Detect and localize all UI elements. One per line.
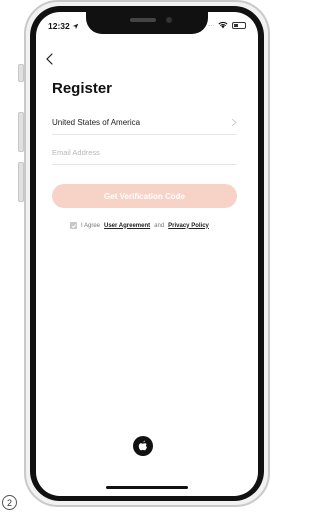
agreement-row: I Agree User Agreement and Privacy Polic… [70,222,209,229]
status-time-text: 12:32 [48,21,70,31]
privacy-policy-link[interactable]: Privacy Policy [168,223,209,229]
phone-notch [86,12,208,34]
home-indicator [106,486,188,489]
apple-logo-icon [138,440,147,451]
status-bar-time: 12:32 [48,21,79,31]
agreement-checkbox[interactable] [70,222,77,229]
step-number-text: 2 [6,497,12,508]
checkmark-icon [71,223,76,228]
user-agreement-link[interactable]: User Agreement [104,223,150,229]
status-bar-right: .... [207,21,246,29]
page-title: Register [52,80,113,97]
back-button[interactable] [44,52,58,68]
wifi-icon [218,21,228,29]
email-input[interactable] [52,140,237,164]
agreement-conjunction: and [154,222,165,229]
get-verification-code-button[interactable]: Get Verification Code [52,184,237,208]
app-screen: 12:32 .... Register United States of Ame… [36,12,258,496]
verify-button-label: Get Verification Code [104,191,185,201]
speaker-grille [130,18,156,22]
chevron-right-icon [231,118,237,126]
agreement-prefix: I Agree [81,222,101,229]
step-number-badge: 2 [2,495,17,510]
country-value: United States of America [52,117,141,127]
email-field-container [52,140,237,165]
front-camera [166,17,172,23]
apple-sign-in-button[interactable] [133,436,153,456]
country-selector[interactable]: United States of America [52,110,237,135]
signal-dots: .... [207,22,214,28]
stage: 12:32 .... Register United States of Ame… [0,0,270,512]
chevron-left-icon [46,53,53,65]
location-arrow-icon [72,23,79,29]
battery-icon [232,21,246,29]
